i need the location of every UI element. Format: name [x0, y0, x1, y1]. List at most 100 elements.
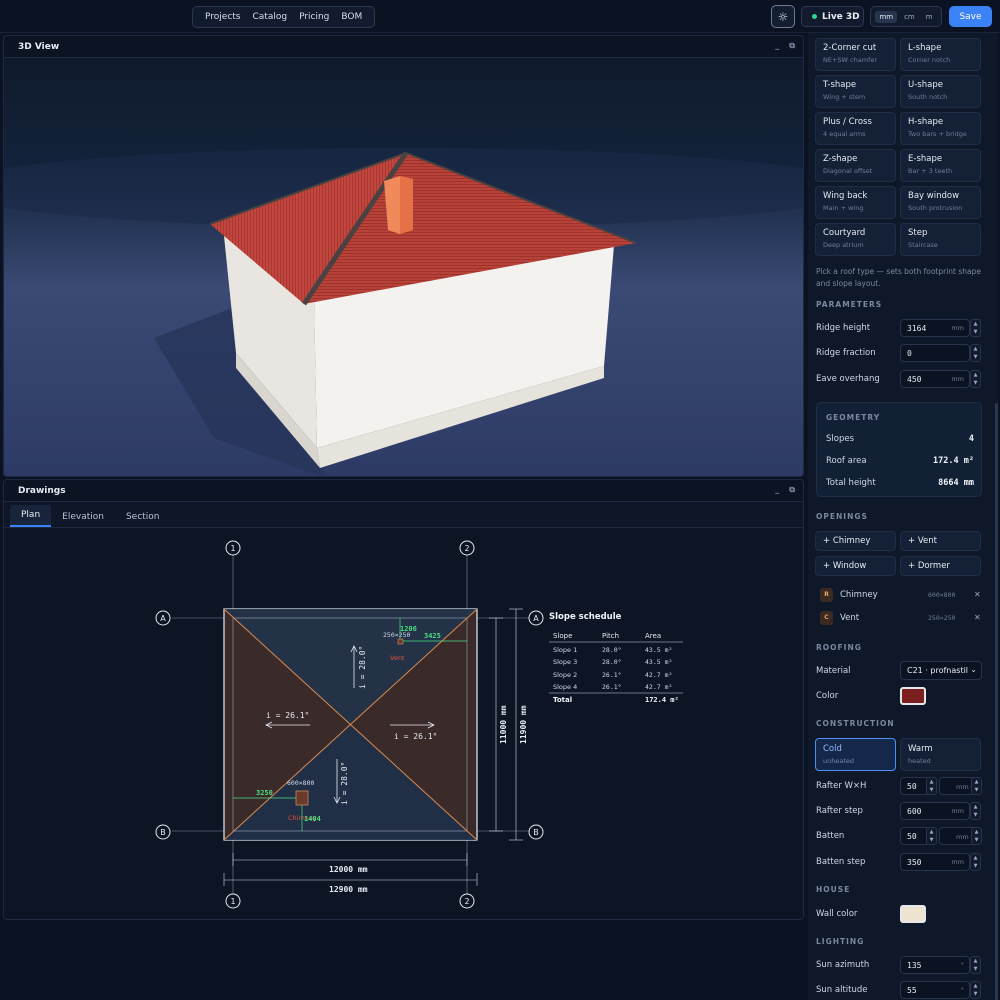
main-nav: Projects Catalog Pricing BOM — [192, 6, 376, 28]
roof-type-h-shape[interactable]: H-shape Two bars + bridge — [900, 112, 981, 145]
axis-label-1: 1 — [230, 897, 235, 906]
tab-section[interactable]: Section — [115, 512, 170, 527]
unit-cm[interactable]: cm — [900, 11, 919, 23]
chimney-3d-side — [400, 176, 413, 234]
roof-type-title: Courtyard — [823, 228, 866, 238]
ridge-height-stepper[interactable]: ▲ ▼ — [970, 319, 981, 337]
rafter-wh-stepper[interactable]: ▲ ▼ — [926, 777, 937, 795]
sidebar-scrollbar[interactable] — [995, 403, 998, 1000]
ridge-fraction-stepper[interactable]: ▲ ▼ — [970, 344, 981, 362]
roof-type-title: Bay window — [908, 191, 960, 201]
roof-color-swatch[interactable] — [900, 687, 926, 705]
unit-m[interactable]: m — [922, 11, 937, 23]
opening-item-vent[interactable]: C Vent 250×250 ✕ — [816, 610, 982, 628]
3d-view-title: 3D View — [18, 41, 60, 52]
ridge-fraction-input[interactable]: 0 — [900, 344, 970, 362]
roof-type-title: L-shape — [908, 43, 942, 53]
construction-cold-option[interactable]: Cold unheated — [815, 738, 896, 771]
roof-type-t-shape[interactable]: T-shape Wing + stem — [815, 75, 896, 108]
roof-type-step[interactable]: Step Staircase — [900, 223, 981, 256]
restore-icon[interactable]: ⧉ — [789, 41, 795, 51]
rafter-step-label: Rafter step — [816, 806, 863, 816]
live-3d-label: Live 3D — [822, 11, 860, 22]
roof-type-title: 2-Corner cut — [823, 43, 877, 53]
sun-altitude-input[interactable]: 55 ° — [900, 981, 970, 999]
roof-type-u-shape[interactable]: U-shape South notch — [900, 75, 981, 108]
nav-pricing[interactable]: Pricing — [293, 12, 335, 22]
roof-type-plus-cross[interactable]: Plus / Cross 4 equal arms — [815, 112, 896, 145]
roof-type-e-shape[interactable]: E-shape Bar + 3 teeth — [900, 149, 981, 182]
unit-label: mm — [956, 833, 969, 841]
rafter-wh-label: Rafter W×H — [816, 781, 867, 791]
batten-step-label: Batten step — [816, 857, 866, 867]
batten-unit-stepper[interactable]: ▲ ▼ — [971, 827, 982, 845]
house-3d-render — [4, 148, 803, 476]
construction-warm-option[interactable]: Warm heated — [900, 738, 981, 771]
rafter-step-input[interactable]: 600 mm — [900, 802, 970, 820]
material-select[interactable]: C21 · profnastil ⌄ — [900, 661, 982, 680]
sun-azimuth-stepper[interactable]: ▲ ▼ — [970, 956, 981, 974]
add-window-button[interactable]: + Window — [815, 556, 896, 576]
slope-label-west: i = 26.1° — [266, 711, 309, 720]
rafter-step-stepper[interactable]: ▲ ▼ — [970, 802, 981, 820]
table-row: Slope 4 — [553, 683, 577, 691]
remove-chimney-icon[interactable]: ✕ — [974, 590, 981, 599]
chimney-dim-x: 3250 — [256, 789, 273, 797]
unit-mm[interactable]: mm — [875, 10, 898, 23]
sun-altitude-stepper[interactable]: ▲ ▼ — [970, 981, 981, 999]
material-value: C21 · profnastil — [907, 666, 969, 675]
tab-elevation[interactable]: Elevation — [51, 512, 115, 527]
roof-type-l-shape[interactable]: L-shape Corner notch — [900, 38, 981, 71]
live-3d-toggle[interactable]: Live 3D — [801, 6, 864, 27]
remove-vent-icon[interactable]: ✕ — [974, 613, 981, 622]
drawings-panel: Drawings _ ⧉ Plan Elevation Section 1 2 1 — [3, 479, 804, 920]
nav-bom[interactable]: BOM — [335, 12, 368, 22]
roof-type-sub: South notch — [908, 93, 948, 101]
roof-area-label: Roof area — [826, 456, 867, 466]
svg-text:26.1°: 26.1° — [602, 671, 622, 679]
batten-stepper[interactable]: ▲ ▼ — [926, 827, 937, 845]
ridge-height-input[interactable]: 3164 mm — [900, 319, 970, 337]
eave-overhang-input[interactable]: 450 mm — [900, 370, 970, 388]
roof-type-sub: Staircase — [908, 241, 938, 249]
slopes-label: Slopes — [826, 434, 855, 444]
vent-dim-y: 1206 — [400, 625, 417, 633]
minimize-icon[interactable]: _ — [775, 485, 779, 495]
3d-viewport[interactable] — [4, 58, 803, 476]
sun-altitude-value: 55 — [907, 986, 917, 995]
eave-overhang-stepper[interactable]: ▲ ▼ — [970, 370, 981, 388]
batten-step-stepper[interactable]: ▲ ▼ — [970, 853, 981, 871]
rafter-wh-unit-stepper[interactable]: ▲ ▼ — [971, 777, 982, 795]
roof-type-title: Plus / Cross — [823, 117, 872, 127]
plan-drawing[interactable]: 1 2 1 2 A A B B i = 26.1° i = 26.1° i = … — [4, 528, 803, 919]
rafter-step-value: 600 — [907, 807, 922, 816]
nav-projects[interactable]: Projects — [199, 12, 246, 22]
svg-text:Pitch: Pitch — [602, 632, 619, 640]
svg-text:43.5 m²: 43.5 m² — [645, 646, 672, 654]
add-chimney-button[interactable]: + Chimney — [815, 531, 896, 551]
slope-label-east: i = 26.1° — [394, 732, 437, 741]
restore-icon[interactable]: ⧉ — [789, 485, 795, 495]
opening-size: 250×250 — [928, 614, 956, 622]
save-button[interactable]: Save — [949, 6, 992, 27]
add-vent-button[interactable]: + Vent — [900, 531, 981, 551]
roof-type-bay-window[interactable]: Bay window South protrusion — [900, 186, 981, 219]
roof-type-2-corner-cut[interactable]: 2-Corner cut NE+SW chamfer — [815, 38, 896, 71]
unit-label: mm — [951, 375, 964, 383]
roof-type-wing-back[interactable]: Wing back Main + wing — [815, 186, 896, 219]
opening-item-chimney[interactable]: R Chimney 600×800 ✕ — [816, 587, 982, 605]
nav-catalog[interactable]: Catalog — [246, 12, 293, 22]
add-dormer-button[interactable]: + Dormer — [900, 556, 981, 576]
sun-azimuth-input[interactable]: 135 ° — [900, 956, 970, 974]
tab-plan[interactable]: Plan — [10, 505, 52, 527]
geometry-total-height-row: Total height 8664 mm — [826, 478, 974, 488]
minimize-icon[interactable]: _ — [775, 41, 779, 51]
roof-type-courtyard[interactable]: Courtyard Deep atrium — [815, 223, 896, 256]
roof-type-z-shape[interactable]: Z-shape Diagonal offset — [815, 149, 896, 182]
unit-label: ° — [960, 961, 964, 969]
theme-toggle-button[interactable]: ☼ — [771, 5, 795, 28]
opening-name: Chimney — [840, 590, 878, 600]
batten-step-input[interactable]: 350 mm — [900, 853, 970, 871]
wall-color-swatch[interactable] — [900, 905, 926, 923]
axis-label-a: A — [160, 614, 166, 623]
